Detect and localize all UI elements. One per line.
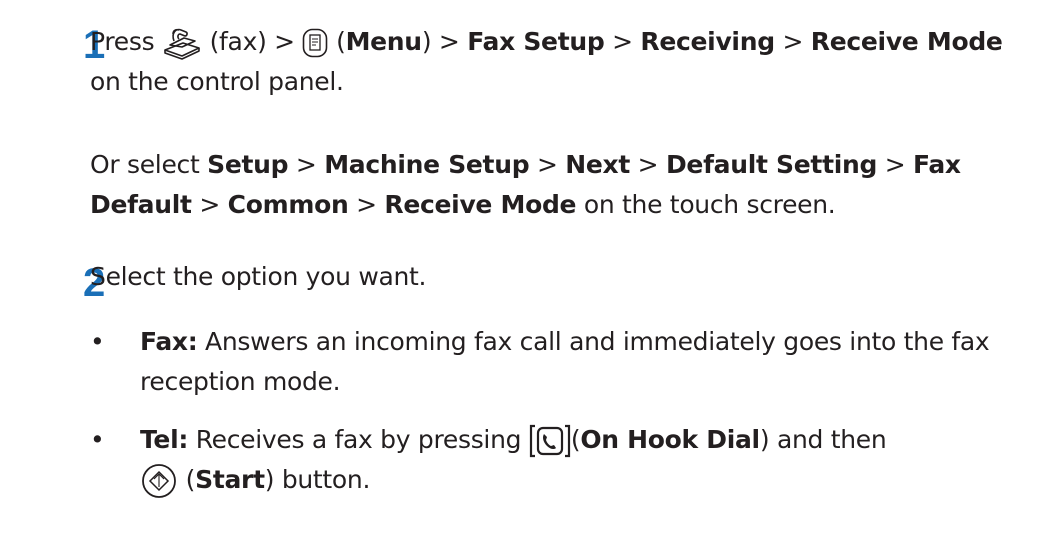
menu-icon xyxy=(302,28,328,58)
bullet-marker: • xyxy=(90,327,105,356)
bullet-marker: • xyxy=(90,425,105,454)
step-2-instruction: Select the option you want. xyxy=(90,262,427,291)
on-hook-dial-icon xyxy=(529,424,571,458)
start-icon xyxy=(140,462,178,500)
fax-icon xyxy=(162,26,202,60)
option-fax: Fax: Answers an incoming fax call and im… xyxy=(140,327,990,396)
step-1-alternative: Or select Setup > Machine Setup > Next >… xyxy=(90,150,961,219)
option-tel: Tel: Receives a fax by pressing (On Hook… xyxy=(140,420,1010,500)
step-1-instruction: Press (fax) > (Menu) > Fax Setup > Recei… xyxy=(90,26,1003,96)
